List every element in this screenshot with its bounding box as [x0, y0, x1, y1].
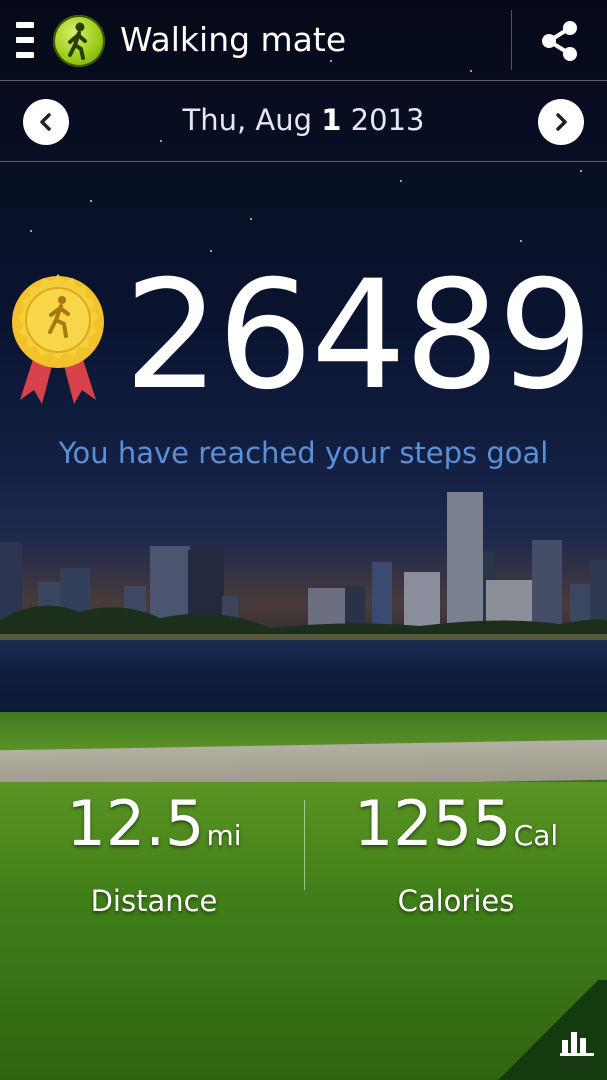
share-icon[interactable]: [540, 20, 580, 62]
next-day-button[interactable]: [538, 99, 584, 145]
action-bar-divider: [511, 10, 512, 70]
steps-count: 26489: [124, 249, 593, 423]
calories-label: Calories: [397, 884, 515, 918]
date-year: 2013: [341, 103, 425, 137]
goal-medal-icon: [6, 270, 110, 410]
calories-unit: Cal: [513, 819, 559, 852]
bar-chart-icon[interactable]: [560, 1026, 594, 1056]
date-day: 1: [321, 103, 342, 137]
river-background: [0, 640, 607, 715]
distance-value-row: 12.5mi: [4, 784, 304, 876]
chevron-right-icon: [556, 113, 567, 131]
calories-stat: 1255Cal Calories: [306, 784, 606, 918]
distance-stat: 12.5mi Distance: [4, 784, 304, 918]
walking-mate-screen: Walking mate Thu, Aug 1 2013 26489 You h…: [0, 0, 607, 1080]
current-date: Thu, Aug 1 2013: [0, 103, 607, 137]
stats-divider: [304, 800, 305, 890]
date-navigation-bar: Thu, Aug 1 2013: [0, 81, 607, 162]
menu-icon[interactable]: [16, 22, 34, 58]
city-skyline-background: [0, 480, 607, 650]
walking-person-icon: [53, 15, 105, 67]
action-bar: Walking mate: [0, 0, 607, 81]
calories-value: 1255: [353, 787, 512, 860]
app-title: Walking mate: [120, 20, 347, 59]
distance-value: 12.5: [66, 787, 205, 860]
calories-value-row: 1255Cal: [306, 784, 606, 876]
goal-message: You have reached your steps goal: [58, 436, 549, 470]
distance-unit: mi: [206, 819, 242, 852]
distance-label: Distance: [90, 884, 218, 918]
date-weekday-month: Thu, Aug: [182, 103, 322, 137]
